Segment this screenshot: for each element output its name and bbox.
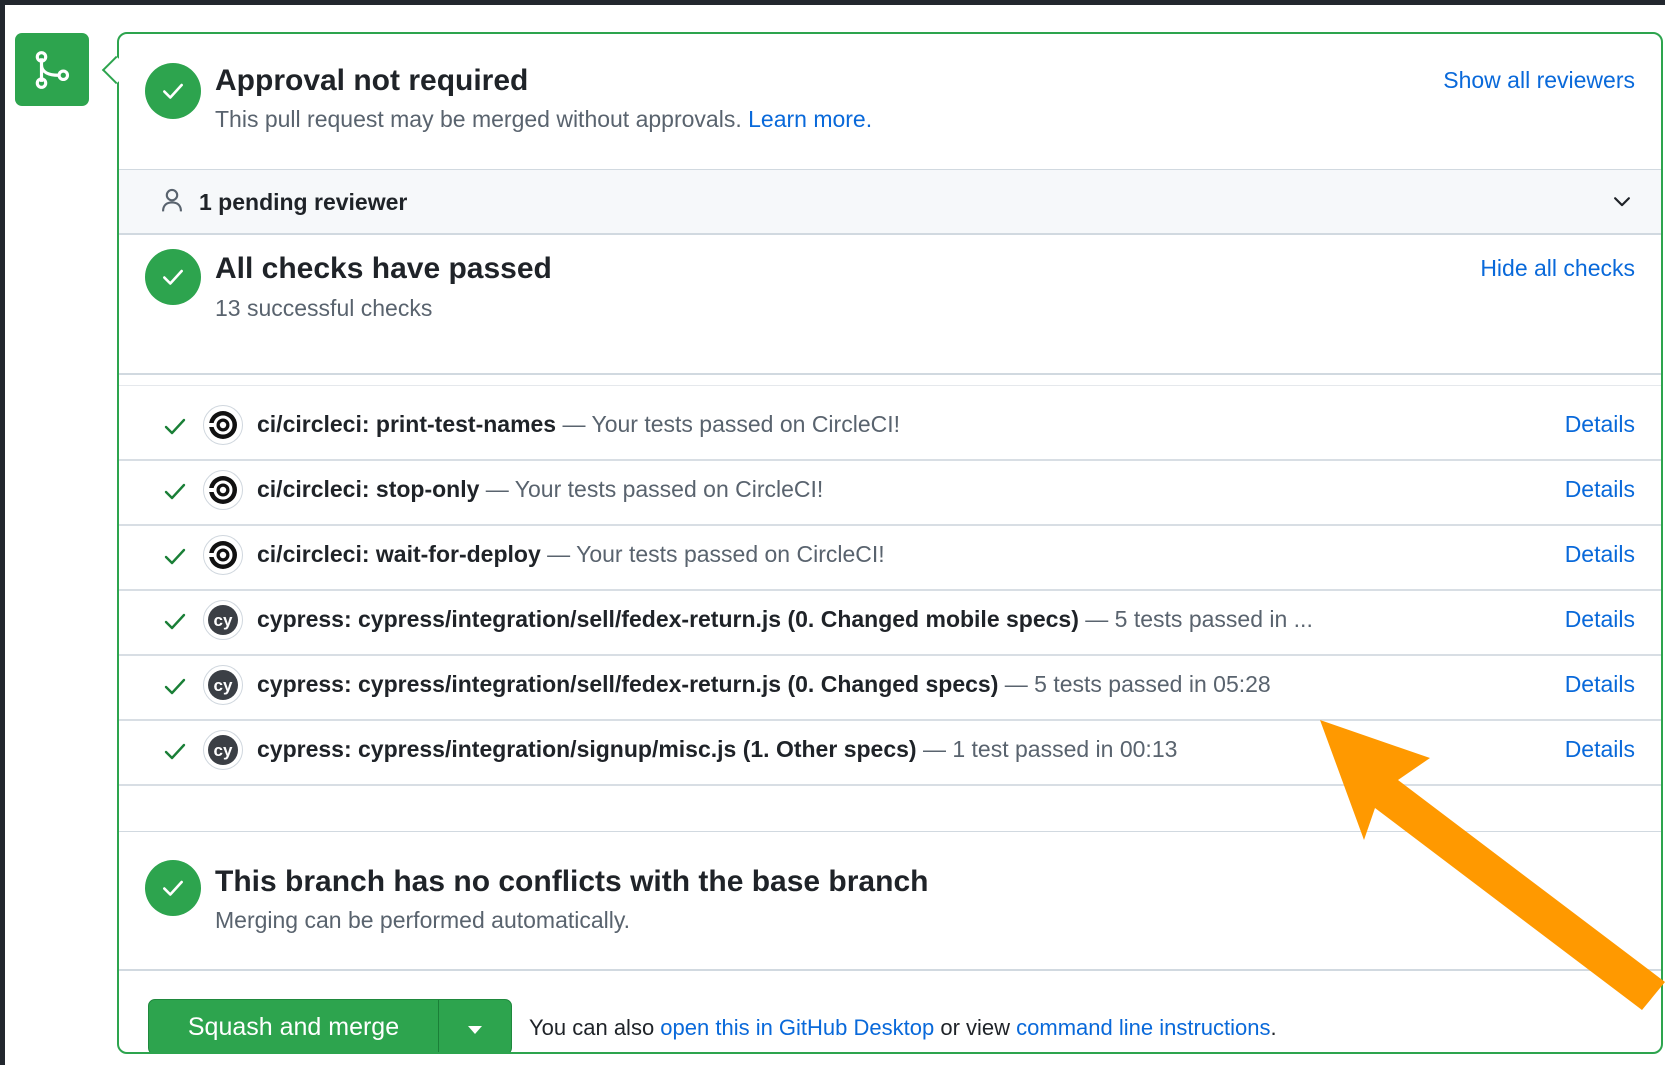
check-description: — 1 test passed in 00:13 [916, 736, 1178, 762]
cypress-logo-icon: cy [203, 600, 243, 640]
check-icon [163, 414, 187, 443]
check-name: cypress: cypress/integration/sell/fedex-… [257, 671, 999, 697]
check-description: — Your tests passed on CircleCI! [479, 476, 824, 502]
check-row: ci/circleci: print-test-names — Your tes… [119, 392, 1661, 461]
merge-note-middle: or view [934, 1015, 1017, 1040]
check-description: — Your tests passed on CircleCI! [540, 541, 885, 567]
check-description: — 5 tests passed in 05:28 [998, 671, 1271, 697]
circleci-logo-icon [203, 470, 243, 510]
check-icon [163, 674, 187, 703]
github-desktop-link[interactable]: open this in GitHub Desktop [660, 1015, 934, 1040]
person-icon [159, 186, 185, 219]
squash-and-merge-button-group: Squash and merge [148, 999, 512, 1052]
check-name: ci/circleci: print-test-names [257, 411, 557, 437]
check-details-link[interactable]: Details [1565, 411, 1635, 438]
check-details-link[interactable]: Details [1565, 671, 1635, 698]
check-row: ci/circleci: stop-only — Your tests pass… [119, 457, 1661, 526]
circleci-logo-icon [203, 535, 243, 575]
pending-reviewer-label: 1 pending reviewer [199, 189, 408, 215]
git-merge-icon [15, 33, 89, 106]
check-text: cypress: cypress/integration/sell/fedex-… [257, 671, 1271, 698]
hide-all-checks-link[interactable]: Hide all checks [1480, 255, 1635, 282]
check-icon [163, 479, 187, 508]
approval-title: Approval not required [215, 64, 529, 97]
merge-alternatives-note: You can also open this in GitHub Desktop… [529, 1015, 1277, 1041]
check-description: — Your tests passed on CircleCI! [556, 411, 900, 437]
check-row: cy cypress: cypress/integration/sell/fede… [119, 587, 1661, 656]
checks-subtitle: 13 successful checks [215, 295, 433, 321]
squash-and-merge-button[interactable]: Squash and merge [149, 1000, 439, 1052]
approval-subtitle: This pull request may be merged without … [215, 106, 872, 133]
conflicts-title: This branch has no conflicts with the ba… [215, 865, 929, 898]
check-icon [163, 739, 187, 768]
learn-more-link[interactable]: Learn more. [748, 106, 872, 132]
command-line-instructions-link[interactable]: command line instructions [1016, 1015, 1270, 1040]
check-description: — 5 tests passed in ... [1078, 606, 1313, 632]
show-all-reviewers-link[interactable]: Show all reviewers [1443, 67, 1635, 94]
check-details-link[interactable]: Details [1565, 606, 1635, 633]
check-icon [163, 609, 187, 638]
approval-subtitle-text: This pull request may be merged without … [215, 106, 742, 132]
check-details-link[interactable]: Details [1565, 541, 1635, 568]
triangle-down-icon [467, 1013, 483, 1042]
merge-note-prefix: You can also [529, 1015, 661, 1040]
check-text: ci/circleci: print-test-names — Your tes… [257, 411, 900, 438]
check-name: ci/circleci: wait-for-deploy [257, 541, 541, 567]
checks-title: All checks have passed [215, 252, 552, 285]
check-text: ci/circleci: stop-only — Your tests pass… [257, 476, 823, 503]
svg-text:cy: cy [214, 611, 233, 630]
merge-method-dropdown[interactable] [439, 1000, 511, 1052]
chevron-down-icon[interactable] [1611, 190, 1633, 217]
check-row: cy cypress: cypress/integration/sell/fede… [119, 652, 1661, 721]
cypress-logo-icon: cy [203, 730, 243, 770]
check-circle-icon [145, 63, 201, 119]
check-text: ci/circleci: wait-for-deploy — Your test… [257, 541, 885, 568]
window-frame-left [0, 0, 5, 1065]
checks-summary: All checks have passed 13 successful che… [119, 235, 1661, 375]
svg-text:cy: cy [214, 741, 233, 760]
check-text: cypress: cypress/integration/sell/fedex-… [257, 606, 1313, 633]
pending-reviewer-row[interactable]: 1 pending reviewer [119, 169, 1661, 235]
circleci-logo-icon [203, 405, 243, 445]
check-icon [163, 544, 187, 573]
conflicts-subtitle: Merging can be performed automatically. [215, 907, 631, 933]
check-name: cypress: cypress/integration/sell/fedex-… [257, 606, 1079, 632]
approval-section: Approval not required This pull request … [119, 34, 1661, 169]
svg-text:cy: cy [214, 676, 233, 695]
check-text: cypress: cypress/integration/signup/misc… [257, 736, 1177, 763]
check-circle-icon [145, 249, 201, 305]
check-circle-icon [145, 860, 201, 916]
window-frame-top [0, 0, 1665, 5]
check-name: ci/circleci: stop-only [257, 476, 480, 502]
cypress-logo-icon: cy [203, 665, 243, 705]
check-details-link[interactable]: Details [1565, 476, 1635, 503]
check-row: ci/circleci: wait-for-deploy — Your test… [119, 522, 1661, 591]
check-name: cypress: cypress/integration/signup/misc… [257, 736, 917, 762]
merge-note-suffix: . [1270, 1015, 1277, 1040]
annotation-arrow [1320, 720, 1665, 1010]
